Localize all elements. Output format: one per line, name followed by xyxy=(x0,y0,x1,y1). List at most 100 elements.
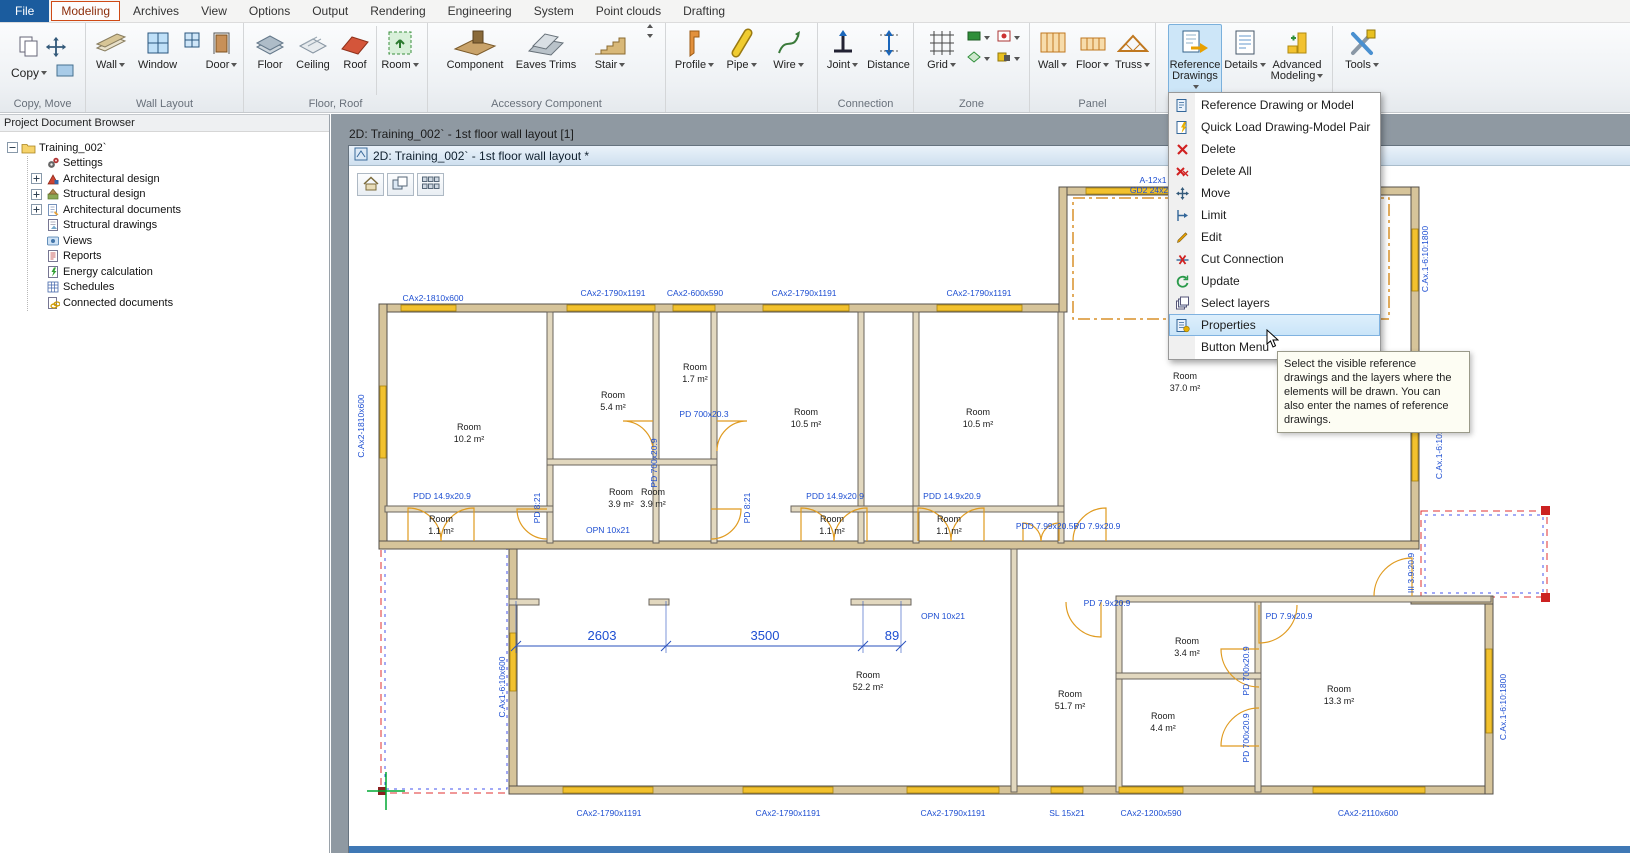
settings-gear-icon xyxy=(45,156,60,170)
ribbon-group-floor-roof: Floor Ceiling Roof Room Floor, Roof xyxy=(244,23,428,112)
ribbon-group-profile-pipe-wire: Profile Pipe Wire xyxy=(666,23,818,112)
zone-point-button[interactable] xyxy=(994,27,1024,48)
tree-item-label: Views xyxy=(63,235,92,247)
drawing-canvas[interactable]: CAx2-1810x600 CAx2-1790x1191 CAx2-600x59… xyxy=(349,167,1630,846)
tree-item-reports[interactable]: Reports xyxy=(30,249,329,265)
dropdown-arrow-icon xyxy=(41,71,47,75)
menu-options[interactable]: Options xyxy=(238,0,301,22)
floor-plan[interactable]: CAx2-1810x600 CAx2-1790x1191 CAx2-600x59… xyxy=(349,167,1630,846)
expand-icon[interactable] xyxy=(30,189,42,200)
opening-tag-label: PDD 7.99x20.55 xyxy=(1016,521,1079,531)
tree-item-structural-drawings[interactable]: Structural drawings xyxy=(30,218,329,234)
move-item-icon xyxy=(1169,186,1195,201)
menu-item-edit[interactable]: Edit xyxy=(1169,226,1380,248)
floor-button[interactable]: Floor xyxy=(249,24,291,72)
tree-item-root[interactable]: Training_002` xyxy=(6,140,329,156)
dropdown-arrow-icon xyxy=(231,63,237,67)
menu-rendering[interactable]: Rendering xyxy=(359,0,436,22)
tree-item-structural-design[interactable]: Structural design xyxy=(30,187,329,203)
tree-item-architectural-documents[interactable]: Architectural documents xyxy=(30,202,329,218)
tree-item-views[interactable]: Views xyxy=(30,233,329,249)
menu-item-reference-drawing-or-model[interactable]: Reference Drawing or Model xyxy=(1169,94,1380,116)
joint-button[interactable]: Joint xyxy=(820,24,866,72)
distance-button[interactable]: Distance xyxy=(866,24,912,72)
home-view-button[interactable] xyxy=(357,173,384,196)
menu-output[interactable]: Output xyxy=(301,0,359,22)
grid-view-button[interactable] xyxy=(417,173,444,196)
stair-icon xyxy=(592,27,628,59)
wall-tag-label: CAx2-1790x1191 xyxy=(771,288,836,298)
profile-button[interactable]: Profile xyxy=(671,24,719,72)
wall-tag-label: CAx2-600x590 xyxy=(667,288,724,298)
tree-item-connected-documents[interactable]: Connected documents xyxy=(30,295,329,311)
menu-item-move[interactable]: Move xyxy=(1169,182,1380,204)
details-button[interactable]: Details xyxy=(1222,24,1268,72)
panel-wall-button[interactable]: Wall xyxy=(1033,24,1073,72)
zone-area-button[interactable] xyxy=(964,27,994,48)
tree-item-settings[interactable]: Settings xyxy=(30,156,329,172)
menu-archives[interactable]: Archives xyxy=(122,0,190,22)
room-button[interactable]: Room xyxy=(378,24,422,72)
menu-item-delete[interactable]: Delete xyxy=(1169,138,1380,160)
tree-item-energy-calculation[interactable]: Energy calculation xyxy=(30,264,329,280)
menu-engineering[interactable]: Engineering xyxy=(437,0,523,22)
opening-tag-label: OPN 10x21 xyxy=(586,525,630,535)
tools-button[interactable]: Tools xyxy=(1339,24,1385,72)
component-button[interactable]: Component xyxy=(437,24,513,72)
stair-button[interactable]: Stair xyxy=(579,24,641,72)
window-type-button[interactable] xyxy=(182,24,202,54)
project-folder-icon xyxy=(21,141,36,154)
zone-yellow-button[interactable] xyxy=(994,48,1024,69)
wall-tag-label: C.Ax2-1810x600 xyxy=(356,394,366,458)
mdi-area: 2D: Training_002` - 1st floor wall layou… xyxy=(331,114,1630,853)
room-name-label: Room xyxy=(966,407,990,417)
wall-button[interactable]: Wall xyxy=(88,24,134,72)
overflow-up-icon[interactable] xyxy=(647,24,653,28)
move-button[interactable] xyxy=(43,37,70,61)
expand-icon[interactable] xyxy=(30,173,42,184)
window-button[interactable]: Window xyxy=(134,24,182,72)
reference-drawings-icon xyxy=(1180,27,1210,59)
room-area-label: 1.1 m² xyxy=(428,526,454,536)
menu-system[interactable]: System xyxy=(523,0,585,22)
menu-item-quick-load-pair[interactable]: Quick Load Drawing-Model Pair xyxy=(1169,116,1380,138)
drawing-window-titlebar[interactable]: 2D: Training_002` - 1st floor wall layou… xyxy=(349,146,1630,166)
grid-button[interactable]: Grid xyxy=(920,24,964,72)
reference-drawings-button[interactable]: Reference Drawings xyxy=(1168,24,1222,94)
copy-button[interactable]: Copy xyxy=(7,61,51,85)
tree-item-schedules[interactable]: Schedules xyxy=(30,280,329,296)
room-area-label: 10.5 m² xyxy=(963,419,994,429)
menu-item-update[interactable]: Update xyxy=(1169,270,1380,292)
document-bottom-bar[interactable] xyxy=(349,846,1630,853)
wall-tag-label: CAx2-1790x1191 xyxy=(946,288,1011,298)
wire-button[interactable]: Wire xyxy=(765,24,813,72)
menu-view[interactable]: View xyxy=(190,0,238,22)
zone-diamond-button[interactable] xyxy=(964,48,994,69)
eaves-trims-button[interactable]: Eaves Trims xyxy=(513,24,579,72)
menu-point-clouds[interactable]: Point clouds xyxy=(585,0,672,22)
pipe-button[interactable]: Pipe xyxy=(719,24,765,72)
door-button[interactable]: Door xyxy=(202,24,242,72)
capture-button[interactable] xyxy=(51,61,78,85)
truss-button[interactable]: Truss xyxy=(1113,24,1153,72)
document-tree: Training_002` Settings Architectural des… xyxy=(0,132,329,311)
menu-item-limit[interactable]: Limit xyxy=(1169,204,1380,226)
expand-icon[interactable] xyxy=(30,204,42,215)
menu-modeling[interactable]: Modeling xyxy=(51,1,120,21)
sheet-layout-button[interactable] xyxy=(387,173,414,196)
menu-item-delete-all[interactable]: Delete All xyxy=(1169,160,1380,182)
ceiling-button[interactable]: Ceiling xyxy=(291,24,335,72)
menu-item-select-layers[interactable]: Select layers xyxy=(1169,292,1380,314)
group-label-floor-roof: Floor, Roof xyxy=(245,97,426,112)
copy-icon-button[interactable] xyxy=(16,37,43,61)
tree-item-architectural-design[interactable]: Architectural design xyxy=(30,171,329,187)
menu-drafting[interactable]: Drafting xyxy=(672,0,736,22)
panel-floor-button[interactable]: Floor xyxy=(1073,24,1113,72)
advanced-modeling-button[interactable]: Advanced Modeling xyxy=(1268,24,1326,83)
dropdown-arrow-icon xyxy=(751,63,757,67)
menu-file[interactable]: File xyxy=(0,0,49,22)
roof-button[interactable]: Roof xyxy=(335,24,375,72)
collapse-icon[interactable] xyxy=(6,142,18,153)
overflow-down-icon[interactable] xyxy=(647,34,653,38)
menu-item-cut-connection[interactable]: Cut Connection xyxy=(1169,248,1380,270)
